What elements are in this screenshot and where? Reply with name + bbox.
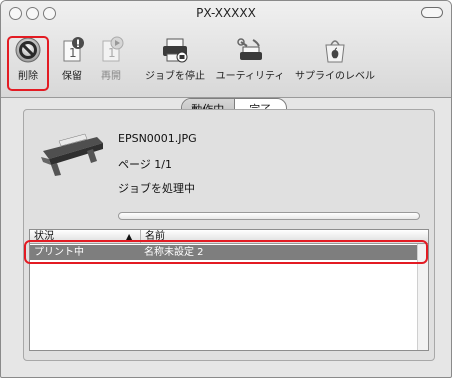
window-title: PX-XXXXX xyxy=(196,6,256,20)
utility-label: ユーティリティ xyxy=(215,71,285,82)
utility-icon xyxy=(235,35,265,65)
job-filename: EPSN0001.JPG xyxy=(118,132,197,145)
delete-highlight-box xyxy=(7,36,49,91)
utility-button[interactable]: ユーティリティ xyxy=(212,35,288,82)
printer-image xyxy=(41,129,105,177)
supply-levels-label: サプライのレベル xyxy=(295,71,375,82)
row-highlight-box xyxy=(24,240,428,264)
toolbar-toggle-button[interactable] xyxy=(421,7,443,18)
stop-jobs-label: ジョブを停止 xyxy=(145,71,205,82)
resume-button[interactable]: 1 再開 xyxy=(96,35,126,82)
toolbar-area: PX-XXXXX 削除 1 保留 1 再開 ジョブを停止 ユーティリティ サプラ… xyxy=(1,1,451,98)
hold-label: 保留 xyxy=(62,71,82,82)
job-page-info: ページ 1/1 xyxy=(118,158,172,171)
resume-label: 再開 xyxy=(101,71,121,82)
hold-icon: 1 xyxy=(57,35,87,65)
supply-levels-icon xyxy=(320,35,350,65)
job-progress-bar xyxy=(118,212,420,220)
stop-jobs-button[interactable]: ジョブを停止 xyxy=(145,35,205,82)
job-status-text: ジョブを処理中 xyxy=(118,182,195,195)
supply-levels-button[interactable]: サプライのレベル xyxy=(292,35,378,82)
hold-button[interactable]: 1 保留 xyxy=(57,35,87,82)
printer-stop-icon xyxy=(160,35,190,65)
print-queue-window: PX-XXXXX 削除 1 保留 1 再開 ジョブを停止 ユーティリティ サプラ… xyxy=(0,0,452,378)
resume-icon: 1 xyxy=(96,35,126,65)
